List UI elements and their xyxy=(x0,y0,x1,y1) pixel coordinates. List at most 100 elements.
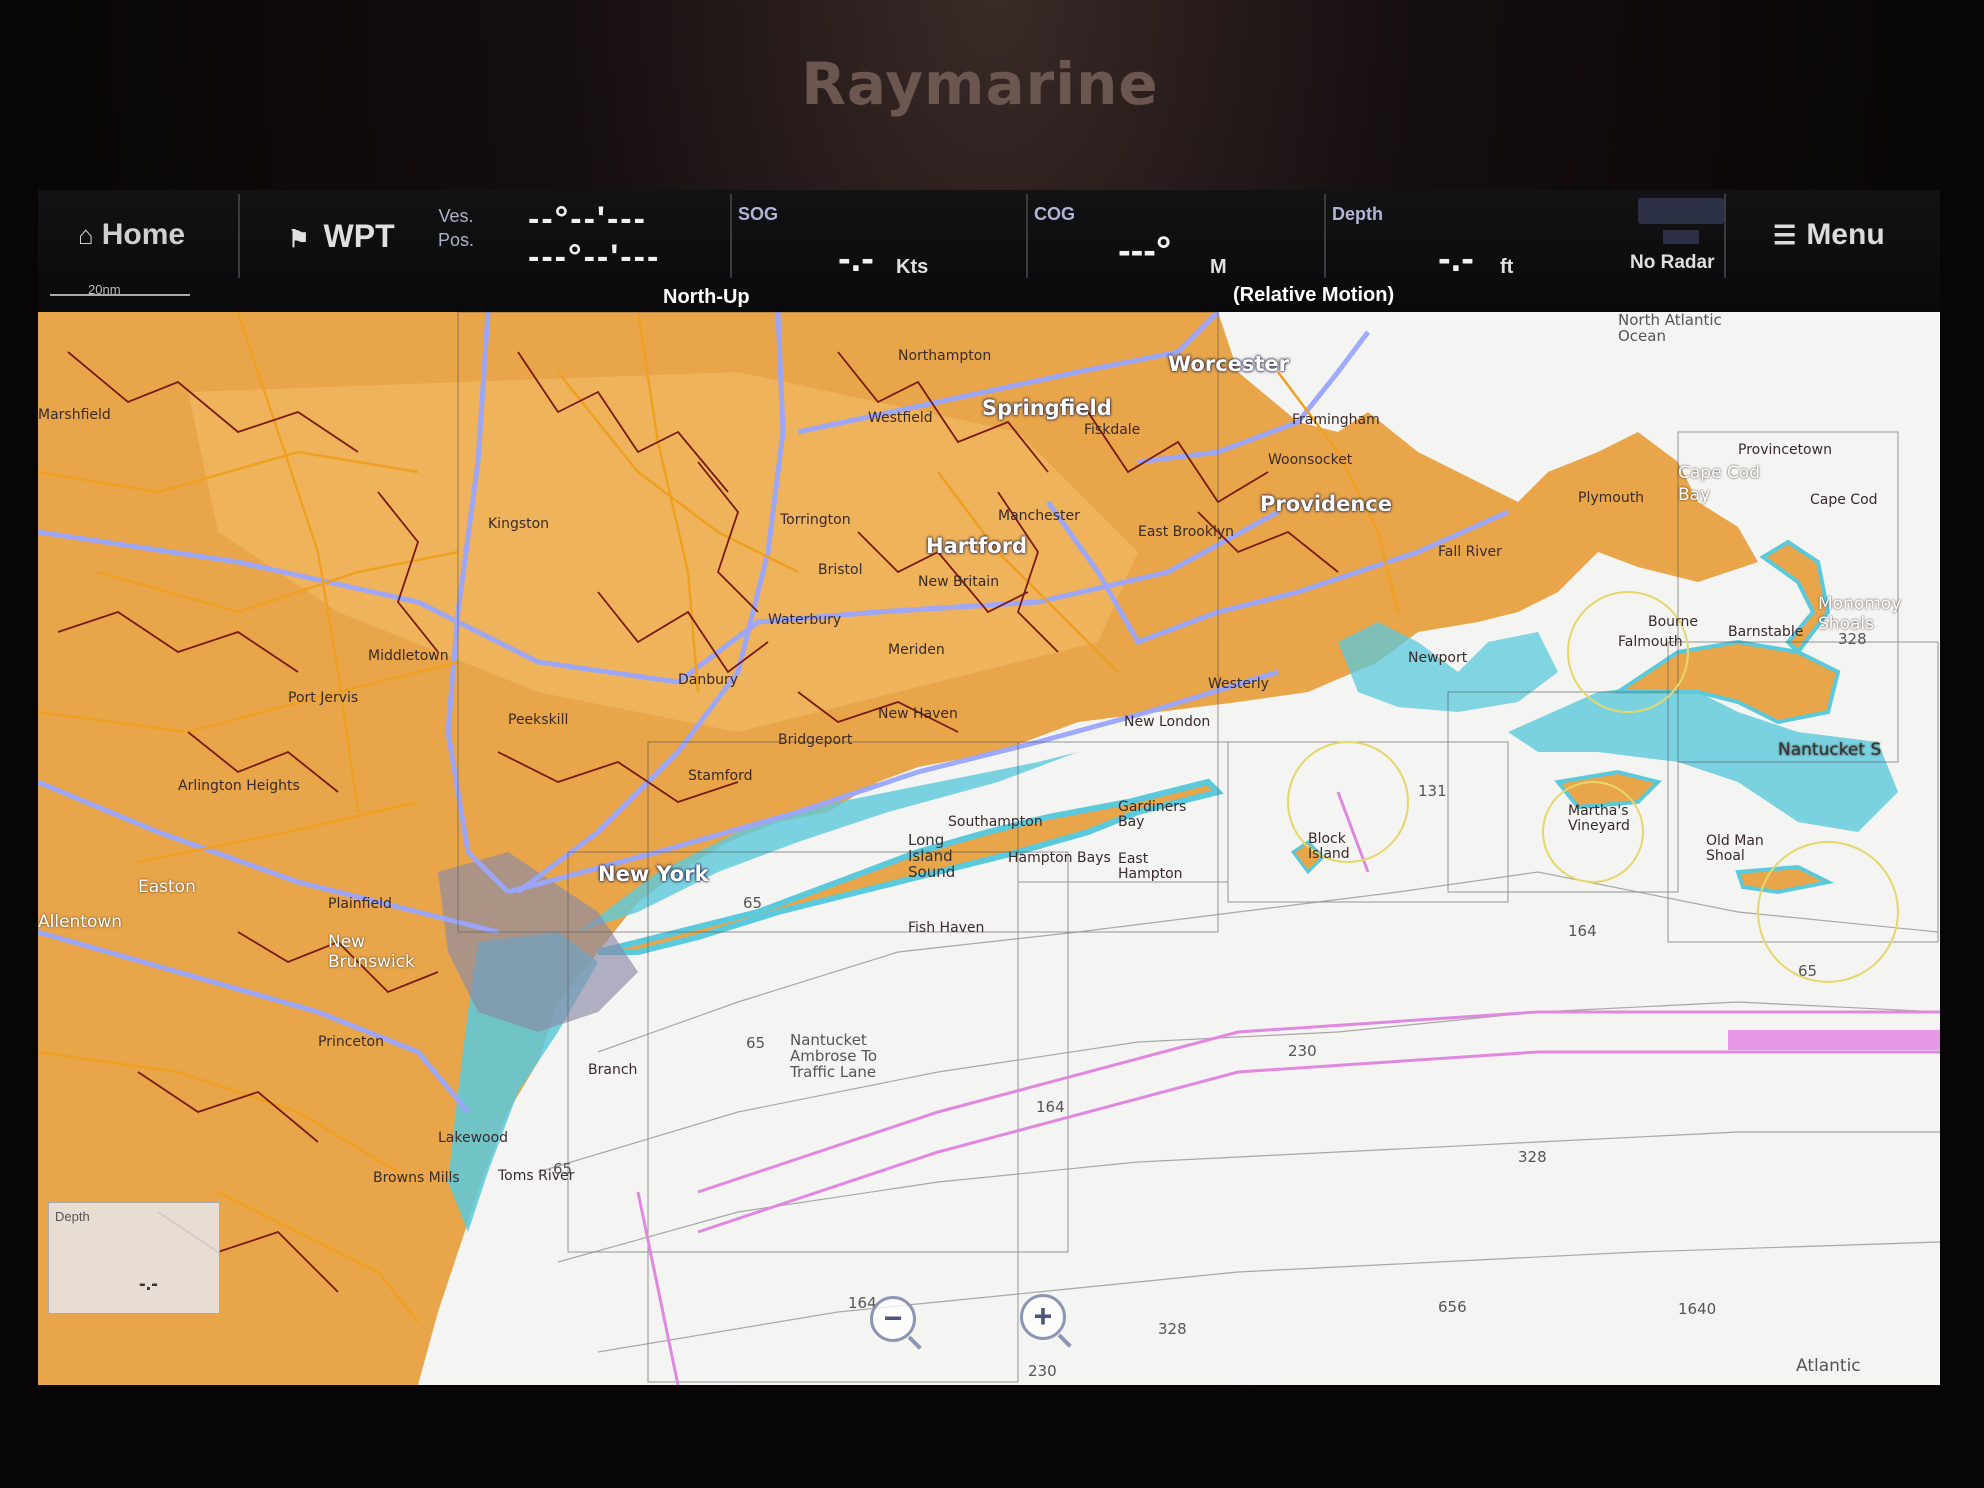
vessel-position-label: Ves. Pos. xyxy=(438,204,474,252)
orientation-mode[interactable]: North-Up xyxy=(663,286,750,309)
town-label[interactable]: East Hampton xyxy=(1118,852,1198,882)
vessel-position-value: --°--'--- ---°--'--- xyxy=(528,200,660,276)
city-label[interactable]: Springfield xyxy=(982,396,1112,420)
town-label[interactable]: Marshfield xyxy=(38,407,111,423)
town-label[interactable]: Gardiners Bay xyxy=(1118,800,1208,830)
town-label[interactable]: Bourne xyxy=(1648,614,1698,630)
town-label[interactable]: Torrington xyxy=(780,512,851,528)
town-label[interactable]: Woonsocket xyxy=(1268,452,1352,468)
depth-panel-label: Depth xyxy=(55,1209,90,1224)
place-label[interactable]: Nantucket S xyxy=(1778,740,1881,760)
town-label[interactable]: Martha's Vineyard xyxy=(1568,804,1668,834)
town-label[interactable]: Provincetown xyxy=(1738,442,1832,458)
menu-button[interactable]: ☰ Menu xyxy=(1773,218,1885,252)
town-label[interactable]: Newport xyxy=(1408,650,1467,666)
town-label[interactable]: Waterbury xyxy=(768,612,841,628)
town-label[interactable]: Manchester xyxy=(998,508,1080,524)
databar: ⌂ Home 20nm ⚑ WPT Ves. Pos. --°--'--- ---°… xyxy=(38,190,1940,312)
motion-mode[interactable]: (Relative Motion) xyxy=(1233,284,1394,307)
depth-contour-value: 164 xyxy=(1036,1098,1065,1116)
town-label[interactable]: Plymouth xyxy=(1578,490,1644,506)
city-label[interactable]: Worcester xyxy=(1168,352,1289,376)
zoom-in-button[interactable]: + xyxy=(1020,1294,1066,1340)
place-label[interactable]: Easton xyxy=(138,877,196,897)
water-label[interactable]: North Atlantic Ocean xyxy=(1618,312,1728,344)
town-label[interactable]: Cape Cod xyxy=(1810,492,1878,508)
chartplotter-screen: ⌂ Home 20nm ⚑ WPT Ves. Pos. --°--'--- ---°… xyxy=(38,190,1940,1385)
place-label[interactable]: New Brunswick xyxy=(328,932,438,972)
town-label[interactable]: Westfield xyxy=(868,410,933,426)
town-label[interactable]: Princeton xyxy=(318,1034,384,1050)
menu-lines-icon: ☰ xyxy=(1773,220,1797,250)
home-label: Home xyxy=(101,218,186,251)
home-icon: ⌂ xyxy=(78,220,94,250)
place-label[interactable]: Allentown xyxy=(38,912,122,932)
town-label[interactable]: Old Man Shoal xyxy=(1706,834,1786,864)
depth-contour-value: 131 xyxy=(1418,782,1447,800)
city-label[interactable]: Hartford xyxy=(926,534,1027,558)
town-label[interactable]: New Haven xyxy=(878,706,958,722)
town-label[interactable]: New Britain xyxy=(918,574,999,590)
water-label[interactable]: Long Island Sound xyxy=(908,832,988,880)
town-label[interactable]: Browns Mills xyxy=(373,1170,460,1186)
sog-label: SOG xyxy=(738,204,779,224)
vespos-label-line2: Pos. xyxy=(438,230,475,250)
town-label[interactable]: Plainfield xyxy=(328,896,392,912)
radar-icon-base xyxy=(1663,230,1699,244)
depth-contour-value: 65 xyxy=(746,1034,766,1052)
vespos-latitude: --°--'--- xyxy=(528,200,647,238)
town-label[interactable]: Port Jervis xyxy=(288,690,358,706)
town-label[interactable]: Bristol xyxy=(818,562,863,578)
cog-unit: M xyxy=(1210,256,1227,278)
wpt-button[interactable]: ⚑ WPT xyxy=(288,218,395,255)
menu-label: Menu xyxy=(1806,218,1885,251)
traffic-lane-band xyxy=(1728,1030,1940,1050)
town-label[interactable]: Meriden xyxy=(888,642,945,658)
town-label[interactable]: Southampton xyxy=(948,814,1043,830)
zoom-out-button[interactable]: − xyxy=(870,1296,916,1342)
brand-logo: Raymarine xyxy=(801,50,1159,118)
depth-contour-value: 230 xyxy=(1288,1042,1317,1060)
city-label[interactable]: New York xyxy=(598,862,709,886)
depth-panel[interactable]: Depth -.- xyxy=(48,1202,220,1314)
town-label[interactable]: Westerly xyxy=(1208,676,1269,692)
depth-contour-value: 656 xyxy=(1438,1298,1467,1316)
town-label[interactable]: Hampton Bays xyxy=(1008,850,1111,866)
depth-value: -.- xyxy=(1438,238,1474,280)
home-button[interactable]: ⌂ Home xyxy=(78,218,185,252)
town-label[interactable]: New London xyxy=(1124,714,1210,730)
water-label[interactable]: Nantucket Ambrose To Traffic Lane xyxy=(790,1032,910,1080)
town-label[interactable]: Peekskill xyxy=(508,712,568,728)
place-label[interactable]: Cape Cod Bay xyxy=(1678,462,1788,506)
town-label[interactable]: Framingham xyxy=(1292,412,1380,428)
town-label[interactable]: Lakewood xyxy=(438,1130,508,1146)
town-label[interactable]: Danbury xyxy=(678,672,738,688)
chart-graphics xyxy=(38,312,1940,1385)
place-label[interactable]: Monomoy Shoals xyxy=(1818,594,1938,634)
radar-status[interactable]: No Radar xyxy=(1630,252,1714,274)
depth-unit: ft xyxy=(1500,256,1514,278)
town-label[interactable]: Stamford xyxy=(688,768,752,784)
town-label[interactable]: Kingston xyxy=(488,516,549,532)
town-label[interactable]: Fall River xyxy=(1438,544,1502,560)
town-label[interactable]: Arlington Heights xyxy=(178,778,300,794)
town-label[interactable]: Middletown xyxy=(368,648,449,664)
cog-value: ---° xyxy=(1118,230,1172,272)
town-label[interactable]: Fiskdale xyxy=(1084,422,1140,438)
town-label[interactable]: Branch xyxy=(588,1062,637,1078)
town-label[interactable]: Northampton xyxy=(898,348,991,364)
town-label[interactable]: Bridgeport xyxy=(778,732,852,748)
depth-contour-value: 65 xyxy=(1798,962,1818,980)
town-label[interactable]: Block Island xyxy=(1308,832,1368,862)
marthas-vineyard xyxy=(1554,769,1662,810)
separator xyxy=(238,194,240,278)
town-label[interactable]: East Brooklyn xyxy=(1138,524,1234,540)
range-scale-bar xyxy=(50,294,190,296)
town-label[interactable]: Barnstable xyxy=(1728,624,1803,640)
chart-area[interactable]: Worcester Springfield Providence Hartfor… xyxy=(38,312,1940,1385)
depth-label: Depth xyxy=(1332,204,1383,224)
city-label[interactable]: Providence xyxy=(1260,492,1392,516)
vespos-longitude: ---°--'--- xyxy=(528,238,661,276)
town-label[interactable]: Fish Haven xyxy=(908,920,984,936)
town-label[interactable]: Falmouth xyxy=(1618,634,1683,650)
